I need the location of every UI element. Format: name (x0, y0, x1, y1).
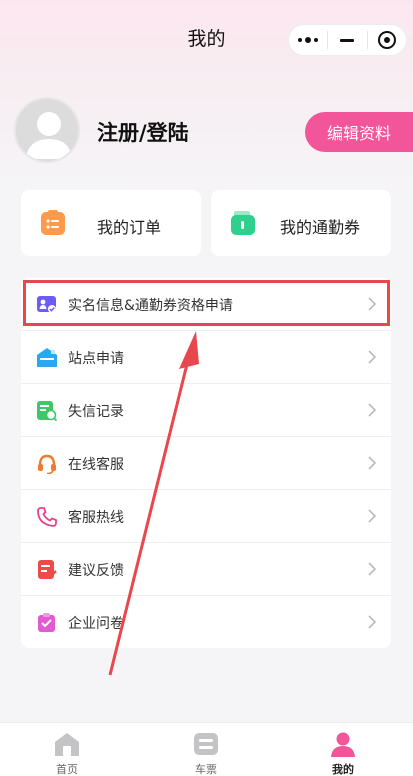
tab-label: 我的 (332, 763, 354, 776)
chevron-right-icon (368, 403, 377, 417)
menu-item-service-hotline[interactable]: 客服热线 (21, 490, 391, 543)
menu-item-label: 失信记录 (68, 404, 124, 420)
bottom-tab-bar: 首页 车票 我的 (0, 722, 413, 776)
tab-tickets[interactable]: 车票 (166, 723, 246, 776)
edit-profile-button[interactable]: 编辑资料 (305, 112, 413, 152)
my-orders-label: 我的订单 (97, 218, 162, 237)
record-icon (37, 401, 57, 421)
menu-item-label: 企业问卷 (68, 616, 124, 632)
menu-item-station-application[interactable]: 站点申请 (21, 331, 391, 384)
menu-item-enterprise-survey[interactable]: 企业问卷 (21, 596, 391, 649)
feedback-icon (38, 560, 57, 579)
tab-mine[interactable]: 我的 (303, 723, 383, 776)
minimize-icon (340, 38, 355, 42)
menu-item-feedback[interactable]: 建议反馈 (21, 543, 391, 596)
tab-home[interactable]: 首页 (27, 723, 107, 776)
phone-icon (37, 507, 57, 527)
chevron-right-icon (368, 350, 377, 364)
wallet-icon (231, 211, 255, 235)
station-icon (37, 348, 57, 367)
my-commute-vouchers-card[interactable]: 我的通勤券 (211, 190, 391, 256)
minimize-button[interactable] (328, 25, 366, 55)
order-icon (41, 210, 65, 235)
menu-item-label: 实名信息&通勤券资格申请 (68, 298, 233, 314)
target-icon (377, 31, 396, 49)
avatar[interactable] (14, 97, 80, 163)
headset-icon (38, 454, 56, 474)
close-miniprogram-button[interactable] (368, 25, 406, 55)
menu-item-real-name-application[interactable]: 实名信息&通勤券资格申请 (21, 278, 391, 331)
my-commute-vouchers-label: 我的通勤券 (280, 218, 361, 237)
menu-item-label: 建议反馈 (68, 563, 124, 579)
menu-item-online-service[interactable]: 在线客服 (21, 437, 391, 490)
tab-label: 首页 (56, 763, 78, 776)
my-orders-card[interactable]: 我的订单 (21, 190, 201, 256)
more-button[interactable] (289, 25, 327, 55)
login-register-link[interactable]: 注册/登陆 (97, 117, 189, 147)
settings-menu: 实名信息&通勤券资格申请 站点申请 失信记录 在线客服 客服热线 建议反馈 企业… (21, 278, 391, 648)
chevron-right-icon (368, 562, 377, 576)
user-icon (331, 732, 355, 757)
menu-item-label: 客服热线 (68, 510, 124, 526)
survey-icon (38, 613, 55, 632)
tab-label: 车票 (195, 763, 217, 776)
menu-item-label: 站点申请 (68, 351, 124, 367)
menu-item-label: 在线客服 (68, 457, 124, 473)
home-icon (55, 733, 79, 756)
chevron-right-icon (368, 509, 377, 523)
chevron-right-icon (368, 297, 377, 311)
ticket-icon (194, 733, 218, 755)
more-dots-icon (298, 37, 319, 43)
menu-item-credit-record[interactable]: 失信记录 (21, 384, 391, 437)
chevron-right-icon (368, 615, 377, 629)
id-card-icon (37, 296, 56, 313)
chevron-right-icon (368, 456, 377, 470)
miniprogram-capsule (288, 24, 407, 56)
